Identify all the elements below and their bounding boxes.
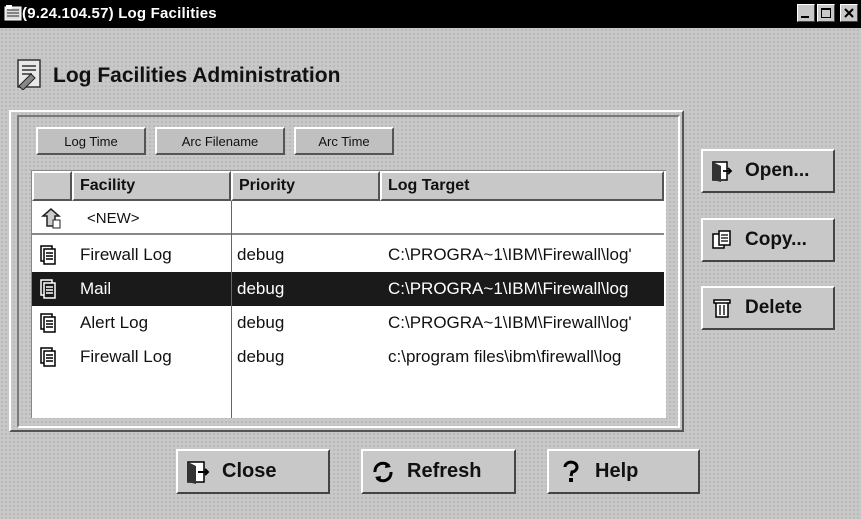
close-icon [844,8,854,18]
refresh-button[interactable]: Refresh [361,449,516,494]
log-file-icon [40,347,56,367]
close-button[interactable]: Close [176,449,330,494]
open-icon [712,161,733,182]
log-facilities-window: (9.24.104.57) Log Facilities Log Facilit… [0,0,861,519]
column-header-priority[interactable]: Priority [231,171,380,201]
window-title: (9.24.104.57) Log Facilities [22,5,217,22]
column-header-log-target[interactable]: Log Target [380,171,664,201]
row-marker-header [32,171,72,201]
priority-cell: debug [237,279,285,298]
column-divider [231,201,232,418]
minimize-button[interactable] [797,4,815,22]
sort-arc-filename-button[interactable]: Arc Filename [155,127,285,155]
table-row-new[interactable]: <NEW> [32,201,664,235]
maximize-button[interactable] [817,4,835,22]
delete-button[interactable]: Delete [701,286,835,330]
app-icon [4,5,22,21]
close-window-button[interactable] [840,4,858,22]
refresh-icon [373,461,393,482]
table-row[interactable]: Firewall Log debug c:\program files\ibm\… [32,340,664,374]
exit-door-icon [187,460,210,484]
table-row-selected[interactable]: Mail debug C:\PROGRA~1\IBM\Firewall\log [32,272,664,306]
facility-cell: Firewall Log [80,245,172,264]
priority-cell: debug [237,313,285,332]
copy-icon [712,230,731,249]
help-label: Help [595,460,639,482]
maximize-icon [821,8,831,18]
log-target-cell: c:\program files\ibm\firewall\log [388,347,622,366]
facility-cell: Alert Log [80,313,149,332]
close-label: Close [222,460,277,482]
sort-arc-time-button[interactable]: Arc Time [294,127,394,155]
copy-label: Copy... [745,229,807,250]
trash-icon [713,299,731,318]
help-button[interactable]: Help [547,449,700,494]
priority-cell: debug [237,347,285,366]
new-item-icon [41,208,61,229]
log-file-icon [40,279,56,299]
title-bar[interactable]: (9.24.104.57) Log Facilities [0,0,861,28]
priority-cell: debug [237,245,285,264]
log-admin-icon [17,59,41,90]
column-header-facility[interactable]: Facility [72,171,231,201]
page-title: Log Facilities Administration [53,64,341,87]
sort-log-time-button[interactable]: Log Time [36,127,146,155]
facility-cell: Firewall Log [80,347,172,366]
log-target-cell: C:\PROGRA~1\IBM\Firewall\log' [388,245,632,264]
log-target-cell: C:\PROGRA~1\IBM\Firewall\log [388,279,629,298]
open-label: Open... [745,160,810,181]
log-target-cell: C:\PROGRA~1\IBM\Firewall\log' [388,313,632,332]
new-row-label: <NEW> [87,209,140,227]
log-file-icon [40,313,56,333]
table-row[interactable]: Alert Log debug C:\PROGRA~1\IBM\Firewall… [32,306,664,340]
open-button[interactable]: Open... [701,149,835,193]
new-row-divider [32,233,664,235]
refresh-label: Refresh [407,460,482,482]
facility-cell: Mail [80,279,112,298]
table-row[interactable]: Firewall Log debug C:\PROGRA~1\IBM\Firew… [32,238,664,272]
copy-button[interactable]: Copy... [701,218,835,262]
minimize-icon [801,16,809,18]
delete-label: Delete [745,297,803,318]
help-icon [563,460,579,482]
log-file-icon [40,245,56,265]
